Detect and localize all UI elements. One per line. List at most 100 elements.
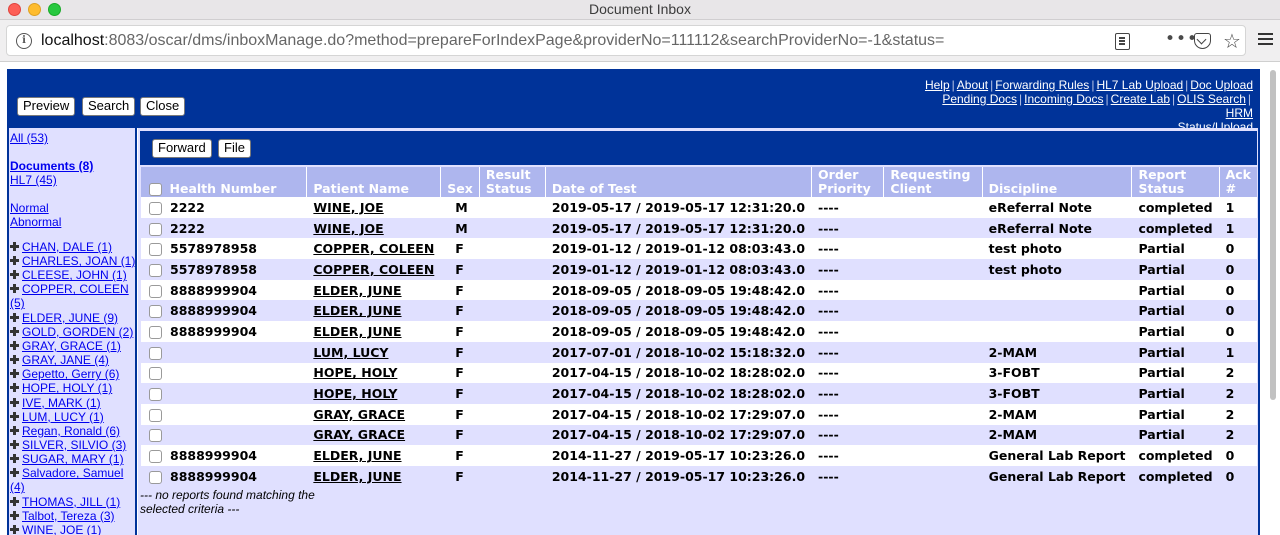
table-row[interactable]: 8888999904 ELDER, JUNE F 2018-09-05 / 2018-…: [140, 300, 1257, 322]
table-row[interactable]: GRAY, GRACE F 2017-04-15 / 2018-10-02 17:2…: [140, 424, 1257, 446]
sidebar-patient-item[interactable]: WINE, JOE (1): [10, 523, 135, 535]
row-checkbox[interactable]: [149, 284, 162, 298]
table-row[interactable]: 8888999904 ELDER, JUNE F 2014-11-27 / 2019-…: [140, 445, 1257, 466]
table-row[interactable]: 5578978958 COPPER, COLEEN F 2019-01-12 / 20…: [140, 259, 1257, 280]
expand-plus-icon[interactable]: [10, 256, 19, 266]
header-order-priority[interactable]: Order Priority: [811, 167, 884, 197]
table-row[interactable]: HOPE, HOLY F 2017-04-15 / 2018-10-02 18:28…: [140, 383, 1257, 404]
sidebar-patient-item[interactable]: LUM, LUCY (1): [10, 410, 135, 424]
doc-upload-link[interactable]: Doc Upload: [1190, 78, 1253, 92]
patient-link[interactable]: HOPE, HOLY (1): [22, 381, 112, 395]
header-patient-name[interactable]: Patient Name: [306, 167, 441, 197]
header-result-status[interactable]: Result Status: [478, 167, 546, 197]
page-scrollbar[interactable]: [1268, 66, 1278, 535]
expand-plus-icon[interactable]: [10, 355, 19, 365]
patient-link[interactable]: GRAY, JANE (4): [22, 353, 109, 367]
filter-normal[interactable]: Normal: [10, 201, 49, 215]
expand-plus-icon[interactable]: [10, 312, 19, 322]
patient-name-link[interactable]: GRAY, GRACE: [313, 407, 405, 422]
expand-plus-icon[interactable]: [10, 369, 19, 379]
select-all-checkbox[interactable]: [148, 183, 162, 196]
expand-plus-icon[interactable]: [10, 326, 19, 336]
sidebar-patient-item[interactable]: HOPE, HOLY (1): [10, 381, 135, 395]
table-row[interactable]: 8888999904 ELDER, JUNE F 2014-11-27 / 2019-…: [140, 465, 1257, 487]
sidebar-patient-item[interactable]: GRAY, JANE (4): [10, 353, 135, 367]
patient-link[interactable]: Salvadore, Samuel (4): [10, 466, 123, 494]
expand-plus-icon[interactable]: [10, 425, 19, 435]
patient-name-link[interactable]: GRAY, GRACE: [313, 427, 405, 442]
row-checkbox[interactable]: [149, 325, 162, 339]
patient-name-cell[interactable]: WINE, JOE: [306, 217, 441, 239]
row-checkbox[interactable]: [149, 470, 162, 484]
patient-name-link[interactable]: ELDER, JUNE: [313, 303, 401, 318]
row-checkbox[interactable]: [149, 201, 162, 215]
expand-plus-icon[interactable]: [10, 411, 19, 421]
patient-name-cell[interactable]: ELDER, JUNE: [306, 300, 441, 322]
expand-plus-icon[interactable]: [10, 440, 19, 449]
sidebar-patient-item[interactable]: CHARLES, JOAN (1): [10, 254, 135, 268]
patient-name-cell[interactable]: ELDER, JUNE: [306, 279, 441, 301]
row-checkbox[interactable]: [149, 429, 162, 443]
address-bar[interactable]: i localhost:8083/oscar/dms/inboxManage.d…: [6, 25, 1246, 56]
header-report-status[interactable]: Report Status: [1131, 167, 1220, 197]
sidebar-patient-item[interactable]: SILVER, SILVIO (3): [10, 438, 135, 452]
expand-plus-icon[interactable]: [10, 510, 19, 520]
row-checkbox[interactable]: [149, 263, 162, 277]
expand-plus-icon[interactable]: [10, 397, 19, 407]
expand-plus-icon[interactable]: [10, 524, 19, 534]
patient-link[interactable]: WINE, JOE (1): [22, 523, 101, 535]
sidebar-patient-item[interactable]: Gepetto, Gerry (6): [10, 367, 135, 381]
filter-all[interactable]: All (53): [10, 131, 48, 145]
expand-plus-icon[interactable]: [10, 340, 19, 350]
row-checkbox[interactable]: [149, 408, 162, 422]
sidebar-patient-item[interactable]: THOMAS, JILL (1): [10, 495, 135, 509]
close-button[interactable]: Close: [140, 97, 186, 116]
search-button[interactable]: Search: [82, 97, 136, 116]
expand-plus-icon[interactable]: [10, 284, 19, 294]
patient-name-link[interactable]: ELDER, JUNE: [313, 448, 401, 463]
table-row[interactable]: HOPE, HOLY F 2017-04-15 / 2018-10-02 18:28…: [140, 362, 1257, 384]
url-text[interactable]: localhost:8083/oscar/dms/inboxManage.do?…: [41, 32, 944, 50]
filter-hl7[interactable]: HL7 (45): [10, 173, 57, 187]
forwarding-rules-link[interactable]: Forwarding Rules: [995, 78, 1089, 92]
patient-link[interactable]: Talbot, Tereza (3): [22, 509, 115, 523]
row-checkbox[interactable]: [149, 305, 162, 319]
patient-name-link[interactable]: ELDER, JUNE: [313, 324, 401, 339]
file-button[interactable]: File: [218, 139, 251, 158]
patient-name-link[interactable]: COPPER, COLEEN: [313, 241, 434, 256]
patient-name-link[interactable]: COPPER, COLEEN: [313, 262, 434, 277]
expand-plus-icon[interactable]: [10, 242, 19, 251]
patient-name-cell[interactable]: ELDER, JUNE: [306, 465, 441, 487]
site-info-icon[interactable]: i: [16, 33, 32, 49]
create-lab-link[interactable]: Create Lab: [1111, 92, 1170, 106]
patient-link[interactable]: CHARLES, JOAN (1): [22, 254, 135, 268]
table-row[interactable]: 8888999904 ELDER, JUNE F 2018-09-05 / 2018-…: [140, 321, 1257, 342]
header-discipline[interactable]: Discipline: [981, 167, 1132, 197]
patient-link[interactable]: Gepetto, Gerry (6): [22, 367, 119, 381]
patient-name-cell[interactable]: ELDER, JUNE: [306, 321, 441, 342]
row-checkbox[interactable]: [149, 222, 162, 236]
patient-link[interactable]: COPPER, COLEEN (5): [10, 282, 129, 310]
sidebar-patient-item[interactable]: IVE, MARK (1): [10, 396, 135, 410]
expand-plus-icon[interactable]: [10, 496, 19, 506]
patient-link[interactable]: ELDER, JUNE (9): [22, 311, 118, 325]
sidebar-patient-item[interactable]: CHAN, DALE (1): [10, 240, 135, 254]
row-checkbox[interactable]: [149, 450, 162, 464]
forward-button[interactable]: Forward: [152, 139, 212, 158]
patient-name-cell[interactable]: GRAY, GRACE: [306, 403, 441, 425]
hl7-lab-upload-link[interactable]: HL7 Lab Upload: [1096, 78, 1183, 92]
sidebar-patient-item[interactable]: Salvadore, Samuel (4): [10, 466, 135, 494]
patient-link[interactable]: CHAN, DALE (1): [22, 240, 112, 254]
expand-plus-icon[interactable]: [10, 270, 19, 280]
sidebar-patient-item[interactable]: COPPER, COLEEN (5): [10, 282, 135, 310]
patient-link[interactable]: GRAY, GRACE (1): [22, 339, 121, 353]
expand-plus-icon[interactable]: [10, 468, 19, 478]
pending-docs-link[interactable]: Pending Docs: [942, 92, 1017, 106]
row-checkbox[interactable]: [149, 243, 162, 257]
patient-link[interactable]: CLEESE, JOHN (1): [22, 268, 127, 282]
help-link[interactable]: Help: [925, 78, 950, 92]
expand-plus-icon[interactable]: [10, 454, 19, 464]
filter-abnormal[interactable]: Abnormal: [10, 215, 61, 229]
about-link[interactable]: About: [957, 78, 988, 92]
table-row[interactable]: 2222 WINE, JOE M 2019-05-17 / 2019-05-17 12…: [140, 217, 1257, 239]
